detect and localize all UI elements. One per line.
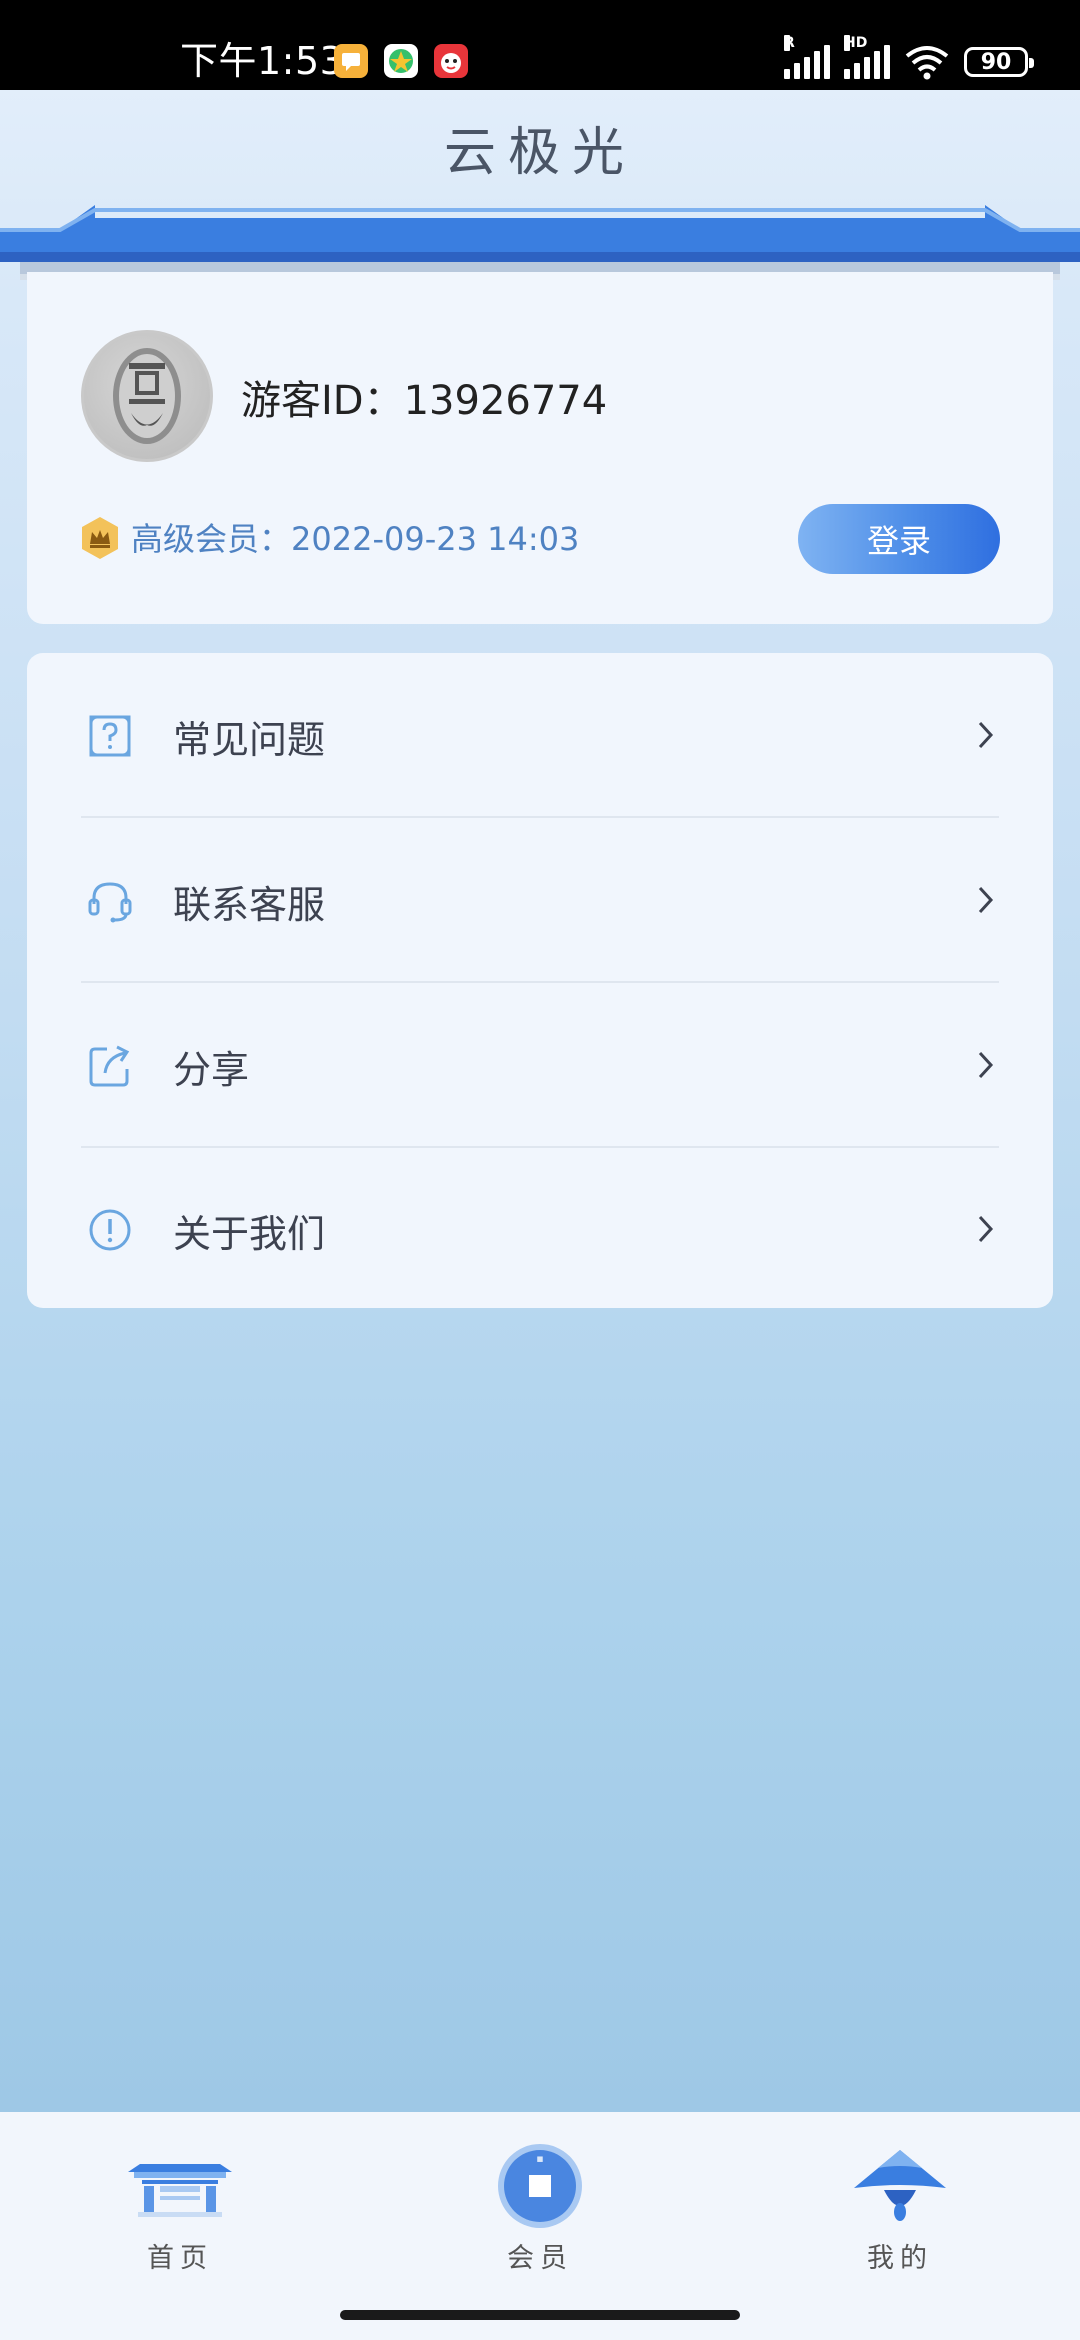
menu-item-label: 分享 — [173, 1048, 250, 1092]
game-app-icon — [384, 44, 418, 78]
info-icon — [89, 1209, 131, 1251]
menu-item-label: 联系客服 — [173, 883, 326, 927]
status-bar: 下午1:53 R HD 90 — [0, 0, 1080, 90]
question-icon — [89, 715, 131, 757]
signal-tag: R — [784, 35, 795, 51]
shopping-app-icon — [434, 44, 468, 78]
menu-item-share[interactable]: 分享 — [27, 983, 1053, 1147]
login-button[interactable]: 登录 — [798, 504, 1000, 574]
chevron-right-icon — [978, 1215, 994, 1243]
headset-icon — [88, 882, 132, 923]
crown-icon — [82, 517, 118, 559]
bottom-nav: 首页 ▪ 会员 我的 — [0, 2112, 1080, 2292]
nav-label: 首页 — [147, 2243, 213, 2274]
profile-card: 游客ID：13926774 高级会员：2022-09-23 14:03 登录 — [27, 272, 1053, 624]
menu-item-about[interactable]: 关于我们 — [27, 1147, 1053, 1311]
guest-id: 游客ID：13926774 — [241, 378, 608, 424]
nav-item-member[interactable]: ▪ 会员 — [360, 2112, 720, 2292]
chevron-right-icon — [978, 886, 994, 914]
nav-label: 我的 — [867, 2243, 933, 2274]
battery-icon: 90 — [964, 47, 1034, 77]
signal-hd-icon: HD — [844, 35, 890, 79]
status-time: 下午1:53 — [180, 39, 345, 83]
menu-item-contact[interactable]: 联系客服 — [27, 818, 1053, 982]
nav-label: 会员 — [507, 2243, 573, 2274]
home-indicator[interactable] — [340, 2310, 740, 2320]
chevron-right-icon — [978, 1051, 994, 1079]
message-app-icon — [334, 44, 368, 78]
svg-text:▪: ▪ — [536, 2152, 543, 2165]
chevron-right-icon — [978, 721, 994, 749]
signal-hd-tag: HD — [844, 35, 868, 51]
battery-level: 90 — [980, 49, 1012, 75]
nav-item-mine[interactable]: 我的 — [720, 2112, 1080, 2292]
status-indicators: R HD 90 — [784, 35, 1034, 82]
avatar[interactable] — [81, 330, 213, 462]
menu-card: 常见问题 联系客服 分享 关于我们 — [27, 653, 1053, 1308]
menu-item-faq[interactable]: 常见问题 — [27, 653, 1053, 817]
menu-item-label: 常见问题 — [173, 718, 326, 762]
signal-icon: R — [784, 35, 830, 79]
member-coin-icon: ▪ — [498, 2144, 582, 2228]
home-gate-icon — [128, 2164, 232, 2217]
nav-item-home[interactable]: 首页 — [0, 2112, 360, 2292]
menu-item-label: 关于我们 — [173, 1212, 326, 1256]
vip-expiry-text: 高级会员：2022-09-23 14:03 — [131, 520, 580, 558]
wifi-icon — [905, 46, 949, 80]
app-title: 云极光 — [443, 123, 636, 183]
share-icon — [89, 1045, 130, 1087]
seal-avatar-icon — [113, 348, 181, 444]
mine-hat-icon — [854, 2150, 946, 2221]
